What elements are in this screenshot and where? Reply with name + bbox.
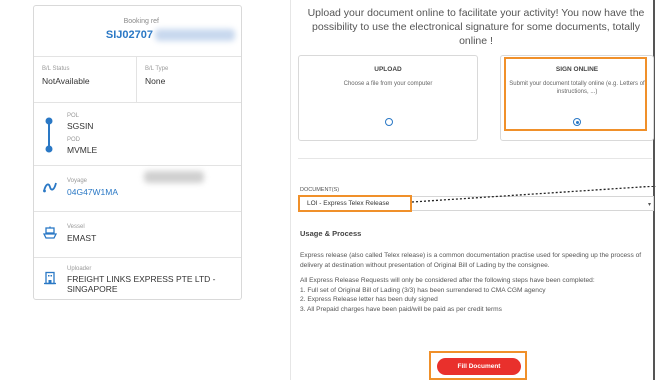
uploader-label: Uploader [67, 266, 92, 272]
vessel-label: Vessel [67, 224, 85, 230]
usage-paragraph: Express release (also called Telex relea… [300, 252, 642, 269]
bl-type-value: None [145, 76, 166, 86]
redacted-text [155, 29, 235, 41]
building-icon [44, 271, 56, 285]
port-section: POL SGSIN POD MVMLE [34, 103, 241, 166]
route-icon [45, 117, 53, 153]
panel-divider [290, 0, 291, 380]
document-label: DOCUMENT(S) [300, 187, 340, 193]
upload-heading: Upload your document online to facilitat… [307, 7, 645, 47]
pod-value: MVMLE [67, 145, 98, 155]
sign-online-highlight [504, 57, 647, 131]
vessel-section: Vessel EMAST [34, 212, 241, 258]
bl-info-row: B/L Status NotAvailable B/L Type None [34, 57, 241, 103]
usage-text: Express release (also called Telex relea… [300, 251, 652, 314]
upload-option[interactable]: UPLOAD Choose a file from your computer [298, 55, 478, 141]
section-divider [298, 158, 652, 159]
upload-radio[interactable] [385, 118, 393, 126]
usage-title: Usage & Process [300, 229, 362, 238]
vessel-value: EMAST [67, 233, 97, 243]
voyage-icon [43, 182, 57, 193]
usage-step: 1. Full set of Original Bill of Lading (… [300, 286, 546, 294]
uploader-section: Uploader FREIGHT LINKS EXPRESS PTE LTD -… [34, 258, 241, 299]
redacted-text [144, 171, 204, 183]
booking-value: SIJ02707 [105, 29, 153, 41]
booking-section: Booking ref SIJ02707 [34, 6, 241, 57]
usage-step: 2. Express Release letter has been duly … [300, 296, 438, 303]
voyage-section: Voyage 04G47W1MA [34, 166, 241, 212]
upload-option-title: UPLOAD [374, 66, 402, 73]
pol-label: POL [67, 113, 80, 119]
shipment-card: Booking ref SIJ02707 B/L Status NotAvail… [33, 5, 242, 300]
pol-value: SGSIN [67, 121, 94, 131]
voyage-value[interactable]: 04G47W1MA [67, 187, 118, 197]
vessel-icon [43, 226, 57, 239]
uploader-value: FREIGHT LINKS EXPRESS PTE LTD - SINGAPOR… [67, 274, 216, 294]
dotted-connector [412, 186, 656, 203]
booking-label: Booking ref [123, 18, 159, 25]
pod-label: POD [67, 137, 81, 143]
fill-button-highlight [429, 351, 527, 380]
voyage-label: Voyage [67, 178, 88, 184]
usage-steps-intro: All Express Release Requests will only b… [300, 277, 595, 284]
upload-option-desc: Choose a file from your computer [343, 81, 433, 87]
bl-type-label: B/L Type [145, 66, 169, 72]
bl-status-label: B/L Status [42, 66, 70, 72]
usage-step: 3. All Prepaid charges have been paid/wi… [300, 305, 502, 313]
bl-status-value: NotAvailable [42, 76, 90, 86]
document-highlight [298, 195, 412, 212]
